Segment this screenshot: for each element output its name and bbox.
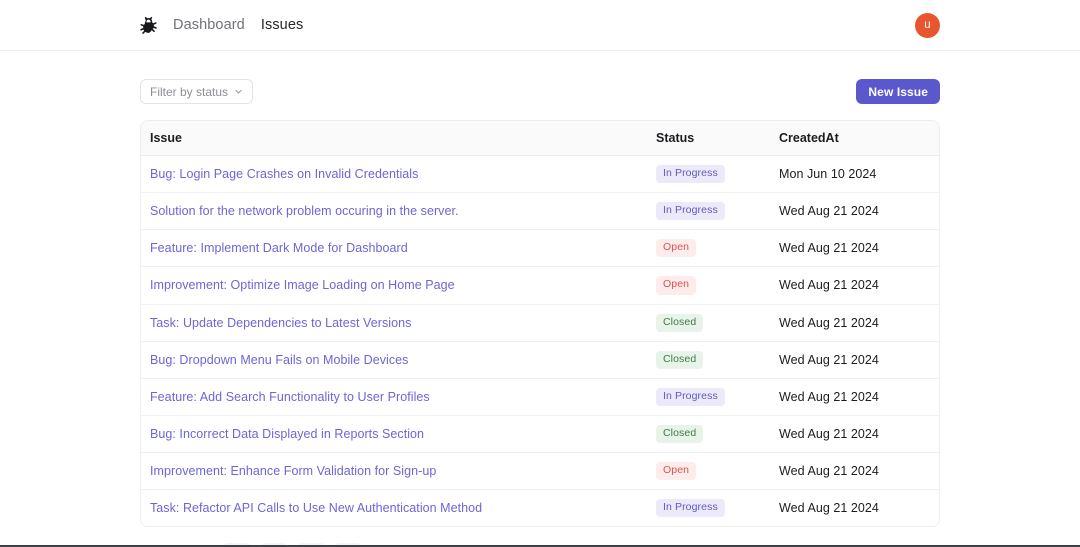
- status-badge: In Progress: [656, 499, 725, 518]
- issue-cell: Bug: Dropdown Menu Fails on Mobile Devic…: [141, 340, 656, 379]
- issue-link[interactable]: Feature: Implement Dark Mode for Dashboa…: [150, 241, 408, 255]
- issue-link[interactable]: Bug: Incorrect Data Displayed in Reports…: [150, 427, 424, 441]
- top-navbar: Dashboard Issues u: [0, 0, 1080, 51]
- pagination: Page 1 of 2: [140, 543, 940, 545]
- status-badge: In Progress: [656, 387, 725, 406]
- status-badge: Open: [656, 239, 697, 258]
- issue-cell: Solution for the network problem occurin…: [141, 192, 656, 230]
- filter-by-status-label: Filter by status: [150, 84, 229, 99]
- status-cell: Open: [656, 266, 779, 304]
- createdat-cell: Wed Aug 21 2024: [779, 340, 939, 379]
- first-page-button: [222, 543, 251, 545]
- issue-cell: Task: Update Dependencies to Latest Vers…: [141, 303, 656, 342]
- column-header-issue: Issue: [141, 121, 656, 156]
- table-row: Bug: Login Page Crashes on Invalid Crede…: [141, 156, 939, 193]
- status-badge: Closed: [656, 424, 704, 443]
- issue-cell: Bug: Login Page Crashes on Invalid Crede…: [141, 156, 656, 193]
- createdat-cell: Wed Aug 21 2024: [779, 303, 939, 342]
- nav-link-issues[interactable]: Issues: [261, 17, 304, 33]
- issues-table: Issue Status CreatedAt Bug: Login Page C…: [141, 121, 939, 527]
- avatar[interactable]: u: [915, 12, 940, 38]
- issue-link[interactable]: Bug: Login Page Crashes on Invalid Crede…: [150, 167, 418, 181]
- status-cell: Closed: [656, 414, 779, 453]
- table-header-row: Issue Status CreatedAt: [141, 121, 939, 156]
- status-cell: Open: [656, 229, 779, 267]
- issues-table-body: Bug: Login Page Crashes on Invalid Crede…: [141, 156, 939, 527]
- createdat-cell: Wed Aug 21 2024: [779, 414, 939, 453]
- issue-cell: Feature: Add Search Functionality to Use…: [141, 377, 656, 416]
- status-cell: In Progress: [656, 156, 779, 193]
- issue-link[interactable]: Improvement: Enhance Form Validation for…: [150, 464, 436, 478]
- createdat-cell: Wed Aug 21 2024: [779, 489, 939, 527]
- status-badge: Open: [656, 462, 697, 481]
- table-row: Improvement: Optimize Image Loading on H…: [141, 266, 939, 304]
- table-row: Task: Update Dependencies to Latest Vers…: [141, 303, 939, 342]
- table-row: Task: Refactor API Calls to Use New Auth…: [141, 489, 939, 527]
- column-header-status: Status: [656, 121, 779, 156]
- table-row: Bug: Incorrect Data Displayed in Reports…: [141, 414, 939, 453]
- issue-link[interactable]: Improvement: Optimize Image Loading on H…: [150, 278, 455, 292]
- issue-cell: Feature: Implement Dark Mode for Dashboa…: [141, 229, 656, 267]
- issues-table-head: Issue Status CreatedAt: [141, 121, 939, 156]
- createdat-cell: Wed Aug 21 2024: [779, 229, 939, 267]
- table-row: Solution for the network problem occurin…: [141, 192, 939, 230]
- toolbar: Filter by status New Issue: [140, 79, 940, 104]
- status-cell: In Progress: [656, 192, 779, 230]
- status-cell: Open: [656, 451, 779, 490]
- createdat-cell: Mon Jun 10 2024: [779, 167, 877, 182]
- issue-link[interactable]: Task: Refactor API Calls to Use New Auth…: [150, 501, 482, 515]
- createdat-cell: Wed Aug 21 2024: [779, 192, 939, 230]
- status-badge: Open: [656, 276, 697, 295]
- issue-cell: Improvement: Optimize Image Loading on H…: [141, 266, 656, 304]
- issue-cell: Improvement: Enhance Form Validation for…: [141, 451, 656, 490]
- issues-table-card: Issue Status CreatedAt Bug: Login Page C…: [140, 120, 940, 528]
- status-cell: Closed: [656, 340, 779, 379]
- chevron-down-icon: [234, 87, 243, 96]
- bug-icon: [140, 16, 157, 34]
- issue-link[interactable]: Task: Update Dependencies to Latest Vers…: [150, 316, 411, 330]
- column-header-createdat: CreatedAt: [779, 121, 939, 156]
- status-badge: Closed: [656, 350, 704, 369]
- nav-link-dashboard[interactable]: Dashboard: [173, 17, 245, 33]
- main-content: Filter by status New Issue Issue Status …: [0, 51, 1080, 545]
- createdat-cell: Wed Aug 21 2024: [779, 266, 939, 304]
- status-badge: Closed: [656, 313, 704, 332]
- next-page-button[interactable]: [296, 543, 325, 545]
- previous-page-button: [259, 543, 288, 545]
- createdat-cell: Wed Aug 21 2024: [779, 377, 939, 416]
- issues-page: Dashboard Issues u Filter by status New …: [0, 0, 1080, 547]
- table-row: Feature: Add Search Functionality to Use…: [141, 377, 939, 416]
- issue-link[interactable]: Feature: Add Search Functionality to Use…: [150, 390, 430, 404]
- issue-cell: Bug: Incorrect Data Displayed in Reports…: [141, 414, 656, 453]
- status-cell: Closed: [656, 303, 779, 342]
- status-cell: In Progress: [656, 377, 779, 416]
- table-row: Feature: Implement Dark Mode for Dashboa…: [141, 229, 939, 267]
- issue-cell: Task: Refactor API Calls to Use New Auth…: [141, 489, 656, 527]
- last-page-button[interactable]: [333, 543, 362, 545]
- filter-by-status-select[interactable]: Filter by status: [140, 79, 254, 104]
- table-row: Improvement: Enhance Form Validation for…: [141, 451, 939, 490]
- issue-link[interactable]: Bug: Dropdown Menu Fails on Mobile Devic…: [150, 353, 408, 367]
- status-badge: In Progress: [656, 202, 725, 221]
- nav-links-group: Dashboard Issues: [140, 16, 304, 34]
- table-row: Bug: Dropdown Menu Fails on Mobile Devic…: [141, 340, 939, 379]
- createdat-cell: Wed Aug 21 2024: [779, 451, 939, 490]
- status-badge: In Progress: [656, 165, 725, 184]
- issue-link[interactable]: Solution for the network problem occurin…: [150, 204, 459, 218]
- status-cell: In Progress: [656, 489, 779, 527]
- new-issue-button[interactable]: New Issue: [856, 79, 940, 104]
